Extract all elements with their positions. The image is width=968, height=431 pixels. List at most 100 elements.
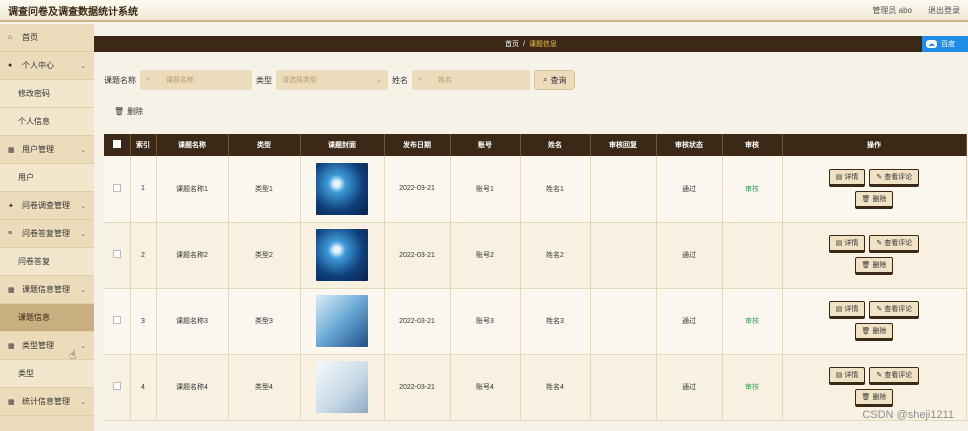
detail-button-label: 详情	[844, 306, 859, 313]
audit-link[interactable]: 审核	[745, 384, 759, 391]
column-header: 审核状态	[656, 134, 723, 156]
search-icon: ⌕	[146, 76, 150, 83]
sidebar-item-10[interactable]: 课题信息	[0, 304, 94, 332]
cell-index: 3	[130, 288, 157, 355]
sidebar-item-1[interactable]: ● 个人中心 ⌄	[0, 52, 94, 80]
name-search-input[interactable]: ⌕ 课题名称	[140, 70, 252, 90]
detail-button[interactable]: ▤ 详情	[828, 235, 866, 253]
breadcrumb-home[interactable]: 首页	[505, 39, 519, 49]
type-label: 类型	[256, 75, 272, 85]
detail-button[interactable]: ▤ 详情	[828, 367, 866, 385]
sidebar-item-9[interactable]: ▦ 课题信息管理 ⌄	[0, 276, 94, 304]
query-button[interactable]: ⌕ 查询	[534, 70, 576, 90]
chevron-down-icon: ⌄	[376, 77, 382, 84]
sidebar-item-4[interactable]: ▦ 用户管理 ⌄	[0, 136, 94, 164]
select-all-checkbox[interactable]	[112, 140, 121, 148]
delete-button[interactable]: 🗑 删除	[854, 190, 894, 209]
view-comments-button-label: 查看评论	[884, 173, 913, 181]
cover-image	[316, 295, 368, 347]
type-select[interactable]: 请选择类型 ⌄	[276, 70, 388, 90]
cell-reply	[590, 222, 657, 289]
home-icon: ⌂	[8, 34, 13, 41]
cloud-badge[interactable]: ☁ 百度	[922, 36, 968, 52]
cell-status: 通过	[656, 354, 723, 421]
column-header: 索引	[130, 134, 157, 156]
ops-cell: ▤ 详情 ✎ 查看评论 🗑 删除	[782, 156, 967, 223]
sidebar-item-5[interactable]: 用户	[0, 164, 94, 192]
delete-button-label: 删除	[872, 262, 887, 269]
audit-link[interactable]: 审核	[745, 186, 759, 193]
ops-cell: ▤ 详情 ✎ 查看评论 🗑 删除	[782, 222, 967, 289]
current-user-link[interactable]: 管理员 abo	[872, 5, 912, 16]
logout-link[interactable]: 退出登录	[928, 5, 960, 16]
view-comments-button[interactable]: ✎ 查看评论	[869, 168, 920, 187]
sidebar-item-12[interactable]: 类型	[0, 360, 94, 388]
detail-button[interactable]: ▤ 详情	[828, 168, 866, 187]
batch-delete-label: 删除	[127, 107, 144, 116]
sidebar-item-8[interactable]: 问卷答复	[0, 248, 94, 276]
cover-cell	[300, 354, 385, 421]
detail-button-label: 详情	[844, 372, 859, 379]
delete-button[interactable]: 🗑 删除	[854, 389, 894, 407]
sidebar-item-0[interactable]: ⌂ 首页	[0, 24, 94, 52]
view-comments-button[interactable]: ✎ 查看评论	[869, 367, 920, 385]
search-icon: ⌕	[543, 75, 548, 84]
sidebar-item-3[interactable]: 个人信息	[0, 108, 94, 136]
view-comments-button[interactable]: ✎ 查看评论	[869, 235, 920, 253]
chevron-down-icon: ⌄	[80, 202, 86, 210]
table-row: 1 课题名称1 类型1 2022-03-21 账号1 姓名1 通过 审核 ▤ 详情 ✎ 查看评论 🗑 删除	[104, 156, 967, 223]
sidebar-item-label: 问卷答复管理	[22, 229, 70, 238]
person-search-input[interactable]: ⌕ 姓名	[412, 70, 530, 90]
watermark: CSDN @sheji1211	[862, 409, 954, 421]
sidebar-item-label: 个人中心	[22, 61, 54, 70]
edit-icon: ✎	[876, 173, 883, 181]
breadcrumb: 首页 / 课题信息	[94, 36, 968, 52]
cell-account: 账号2	[450, 222, 521, 289]
delete-button[interactable]: 🗑 删除	[854, 257, 894, 275]
row-checkbox[interactable]	[112, 316, 121, 324]
cell-person: 姓名4	[520, 354, 591, 421]
audit-link[interactable]: 审核	[745, 318, 759, 325]
cover-image	[316, 361, 368, 413]
cell-name: 课题名称4	[156, 354, 229, 421]
detail-button[interactable]: ▤ 详情	[828, 301, 866, 319]
detail-icon: ▤	[835, 173, 843, 181]
sidebar-item-11[interactable]: ▦ 类型管理 ⌄	[0, 332, 94, 360]
cell-date: 2022-03-21	[384, 288, 451, 355]
type-placeholder: 请选择类型	[282, 77, 317, 84]
sidebar-item-7[interactable]: ≡ 问卷答复管理 ⌄	[0, 220, 94, 248]
cell-person: 姓名3	[520, 288, 591, 355]
view-comments-button-label: 查看评论	[884, 240, 913, 247]
sidebar-item-label: 问卷答复	[18, 257, 50, 266]
row-checkbox[interactable]	[112, 183, 121, 192]
cell-reply	[590, 288, 657, 355]
cell-account: 账号3	[450, 288, 521, 355]
person-placeholder: 姓名	[437, 77, 452, 84]
table-row: 2 课题名称2 类型2 2022-03-21 账号2 姓名2 通过 ▤ 详情 ✎ 查看评论 🗑 删除	[104, 222, 967, 289]
column-header: 审核回复	[590, 134, 657, 156]
cell-index: 2	[130, 222, 157, 289]
table-body: 1 课题名称1 类型1 2022-03-21 账号1 姓名1 通过 审核 ▤ 详情 ✎ 查看评论 🗑 删除…	[104, 156, 967, 421]
sidebar-item-label: 统计信息管理	[22, 397, 70, 406]
cell-type: 类型3	[228, 288, 301, 355]
detail-button-label: 详情	[844, 240, 859, 247]
column-header: 发布日期	[384, 134, 451, 156]
sidebar-item-2[interactable]: 修改密码	[0, 80, 94, 108]
top-links: 管理员 abo 退出登录	[872, 5, 960, 16]
cell-name: 课题名称3	[156, 288, 229, 355]
batch-delete-button[interactable]: 🗑 删除	[114, 106, 143, 117]
edit-icon: ✎	[876, 306, 883, 313]
view-comments-button[interactable]: ✎ 查看评论	[869, 301, 920, 319]
survey-icon: ✦	[8, 202, 14, 210]
row-checkbox[interactable]	[112, 382, 121, 390]
sidebar-item-label: 首页	[22, 33, 38, 42]
delete-button[interactable]: 🗑 删除	[854, 323, 894, 341]
row-checkbox[interactable]	[112, 250, 121, 258]
column-header[interactable]	[104, 134, 131, 156]
cover-cell	[300, 222, 385, 289]
delete-button-label: 删除	[872, 195, 887, 203]
sidebar-item-13[interactable]: ▦ 统计信息管理 ⌄	[0, 388, 94, 416]
sidebar-item-6[interactable]: ✦ 问卷调查管理 ⌄	[0, 192, 94, 220]
cell-reply	[590, 354, 657, 421]
stats-icon: ▦	[8, 398, 15, 406]
